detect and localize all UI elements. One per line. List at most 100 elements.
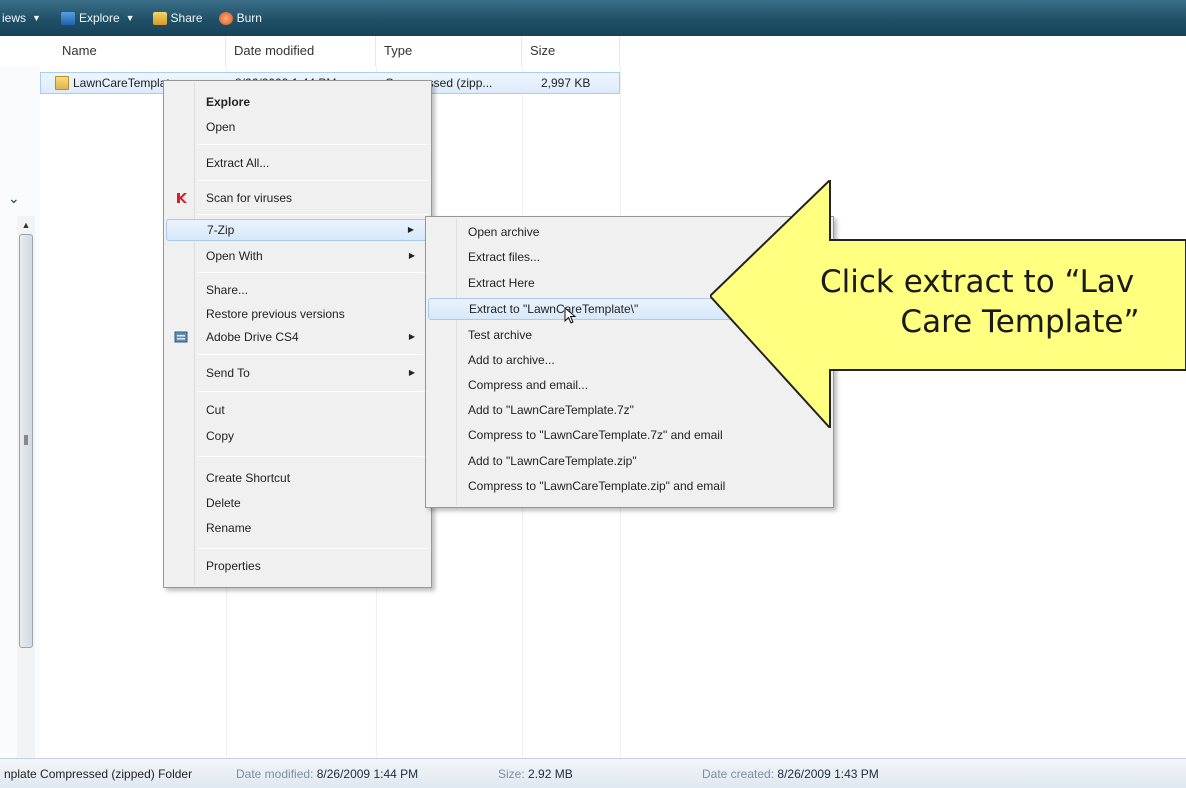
menu-item-label: Extract Here	[468, 276, 535, 290]
scroll-up-arrow-icon[interactable]: ▲	[17, 216, 35, 234]
menu-item-label: Share...	[206, 283, 249, 297]
submenu-arrow-icon: ▶	[408, 368, 415, 377]
menu-separator	[198, 456, 427, 457]
menu-item-open[interactable]: Open	[166, 116, 429, 138]
menu-item-rename[interactable]: Rename	[166, 517, 429, 539]
menu-item-label: Open With	[206, 249, 263, 263]
menu-item-label: Restore previous versions	[206, 307, 345, 321]
menu-item-label: Open archive	[468, 225, 540, 239]
menu-item-label: Add to "LawnCareTemplate.zip"	[468, 454, 637, 468]
menu-item-cut[interactable]: Cut	[166, 399, 429, 421]
submenu-arrow-icon: ▶	[408, 251, 415, 260]
menu-separator	[198, 548, 427, 549]
column-header-type[interactable]: Type	[376, 36, 522, 66]
status-size: Size: 2.92 MB	[498, 759, 573, 788]
views-button[interactable]: iews ▼	[0, 6, 47, 30]
column-headers: Name Date modified Type Size	[0, 36, 1186, 66]
menu-item-label: Properties	[206, 559, 261, 573]
command-toolbar: iews ▼ Explore ▼ Share Burn	[0, 0, 1186, 36]
submenu-arrow-icon: ▶	[408, 332, 415, 341]
menu-item-label: Scan for viruses	[206, 191, 293, 205]
menu-item-restore-previous-versions[interactable]: Restore previous versions	[166, 303, 429, 325]
column-header-name[interactable]: Name	[54, 36, 226, 66]
burn-icon	[218, 11, 233, 25]
kaspersky-icon	[177, 193, 187, 203]
menu-item-label: Cut	[206, 403, 225, 417]
menu-item-share[interactable]: Share...	[166, 279, 429, 301]
nav-scrollbar[interactable]: ▲ ▼	[17, 216, 35, 788]
views-label: iews	[2, 11, 27, 25]
submenu-item-compress-to-zip-and-email[interactable]: Compress to "LawnCareTemplate.zip" and e…	[428, 475, 831, 497]
menu-item-label: Compress and email...	[468, 378, 589, 392]
menu-item-label: Extract to "LawnCareTemplate\"	[469, 302, 639, 316]
menu-item-send-to[interactable]: Send To ▶	[166, 362, 429, 384]
share-icon	[152, 11, 167, 25]
status-file-type: nplate Compressed (zipped) Folder	[4, 767, 193, 781]
adobe-drive-icon	[174, 331, 188, 343]
menu-item-copy[interactable]: Copy	[166, 425, 429, 447]
chevron-down-icon[interactable]: ⌄	[8, 190, 20, 207]
menu-item-explore[interactable]: Explore	[166, 91, 429, 113]
zip-folder-icon	[55, 76, 69, 90]
chevron-down-icon: ▼	[32, 13, 41, 23]
file-size: 2,997 KB	[541, 76, 591, 90]
mouse-cursor-icon	[564, 307, 577, 324]
burn-button[interactable]: Burn	[213, 6, 268, 30]
menu-item-label: Adobe Drive CS4	[206, 330, 299, 344]
menu-item-label: Add to "LawnCareTemplate.7z"	[468, 403, 634, 417]
status-date-modified-label: Date modified:	[236, 767, 314, 781]
menu-item-open-with[interactable]: Open With ▶	[166, 245, 429, 267]
submenu-item-add-to-zip[interactable]: Add to "LawnCareTemplate.zip"	[428, 450, 831, 472]
menu-item-delete[interactable]: Delete	[166, 492, 429, 514]
menu-item-adobe-drive-cs4[interactable]: Adobe Drive CS4 ▶	[166, 326, 429, 348]
menu-item-scan-for-viruses[interactable]: Scan for viruses	[166, 187, 429, 209]
explore-icon	[60, 11, 75, 25]
submenu-arrow-icon: ▶	[407, 225, 414, 234]
explore-button[interactable]: Explore ▼	[55, 6, 141, 30]
menu-separator	[198, 214, 427, 215]
menu-item-label: Rename	[206, 521, 252, 535]
column-header-size[interactable]: Size	[522, 36, 620, 66]
callout-text: Click extract to “Lav Care Template”	[818, 262, 1186, 342]
status-date-created: Date created: 8/26/2009 1:43 PM	[702, 759, 879, 788]
menu-item-label: Compress to "LawnCareTemplate.7z" and em…	[468, 428, 723, 442]
burn-label: Burn	[236, 11, 262, 25]
menu-item-label: Copy	[206, 429, 235, 443]
menu-item-label: Test archive	[468, 328, 533, 342]
menu-item-label: Extract files...	[468, 250, 541, 264]
navigation-pane: ⌄ ▲ ▼	[0, 66, 40, 788]
share-button[interactable]: Share	[147, 6, 209, 30]
status-size-value: 2.92 MB	[528, 767, 573, 781]
menu-item-7-zip[interactable]: 7-Zip ▶	[166, 219, 429, 241]
menu-item-label: 7-Zip	[207, 223, 235, 237]
context-menu: Explore Open Extract All... Scan for vir…	[163, 80, 432, 588]
menu-item-properties[interactable]: Properties	[166, 555, 429, 577]
explore-label: Explore	[78, 11, 120, 25]
menu-item-label: Create Shortcut	[206, 471, 291, 485]
scroll-thumb[interactable]	[19, 234, 33, 648]
status-date-modified-value: 8/26/2009 1:44 PM	[316, 767, 419, 781]
menu-item-label: Delete	[206, 496, 241, 510]
menu-item-create-shortcut[interactable]: Create Shortcut	[166, 467, 429, 489]
menu-separator	[198, 144, 427, 145]
callout-line-1: Click extract to “Lav	[820, 264, 1135, 300]
details-pane: nplate Compressed (zipped) Folder Date m…	[0, 758, 1186, 788]
file-name: LawnCareTemplate	[73, 76, 177, 90]
menu-item-label: Extract All...	[206, 156, 270, 170]
menu-separator	[198, 391, 427, 392]
scroll-grip-icon	[24, 435, 28, 445]
status-date-created-label: Date created:	[702, 767, 775, 781]
share-label: Share	[170, 11, 203, 25]
menu-item-label: Send To	[206, 366, 250, 380]
menu-item-label: Explore	[206, 95, 251, 109]
menu-separator	[198, 180, 427, 181]
status-size-label: Size:	[498, 767, 525, 781]
column-header-date-modified[interactable]: Date modified	[226, 36, 376, 66]
callout-line-2: Care Template”	[900, 304, 1140, 340]
status-date-modified: Date modified: 8/26/2009 1:44 PM	[236, 759, 418, 788]
status-date-created-value: 8/26/2009 1:43 PM	[777, 767, 879, 781]
menu-item-label: Open	[206, 120, 236, 134]
menu-item-extract-all[interactable]: Extract All...	[166, 152, 429, 174]
menu-separator	[198, 354, 427, 355]
menu-item-label: Compress to "LawnCareTemplate.zip" and e…	[468, 479, 726, 493]
